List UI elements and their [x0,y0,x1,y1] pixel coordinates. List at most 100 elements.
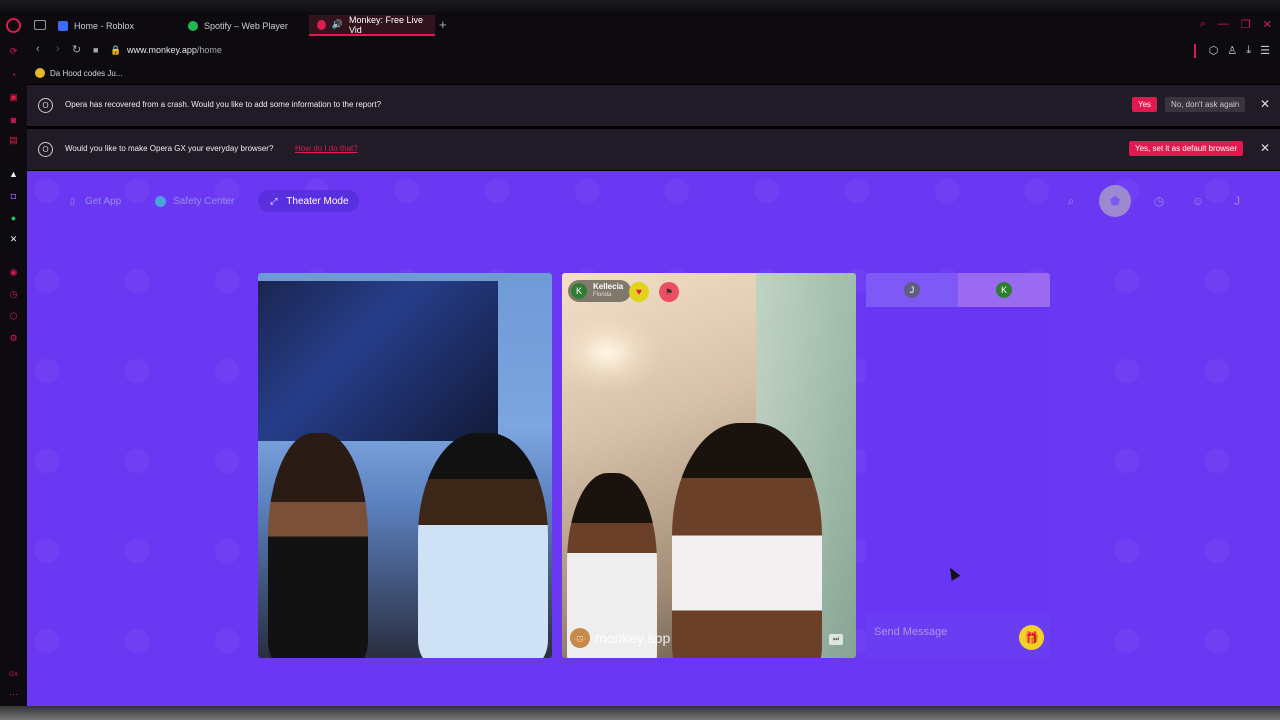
monkey-page: ▯ Get App Safety Center ⤢ Theater Mode ⌕… [27,171,1280,706]
profile-initial: J [1234,194,1240,208]
whatsapp-icon[interactable]: ● [7,211,20,224]
messages-icon[interactable]: ☺ [1187,190,1209,212]
chat-header: J K [866,273,1050,307]
search-icon[interactable]: ⌕ [1060,190,1082,212]
theater-mode-button[interactable]: ⤢ Theater Mode [258,190,359,212]
profile-avatar[interactable]: J [1226,190,1248,212]
gx-corner-icon[interactable]: ◔ [7,68,20,81]
profile-icon[interactable]: ♙ [1227,44,1237,57]
close-icon[interactable]: ✕ [1260,97,1270,111]
skip-icon[interactable]: ⏭ [829,634,843,645]
minimize-icon[interactable]: — [1218,18,1229,31]
partner-badge[interactable]: K Kellecia Florida [568,280,632,302]
monkey-watermark: 🐵 monkey.app [570,628,670,648]
bottom-strip [0,706,1280,720]
opera-info-icon: O [38,142,53,157]
tab-roblox[interactable]: Home - Roblox [50,15,142,36]
default-browser-notification: O Would you like to make Opera GX your e… [27,129,1280,170]
tab-monkey[interactable]: 🔊 Monkey: Free Live Vid [309,15,435,36]
ceiling-light-image [562,313,662,393]
shield-icon [155,195,167,207]
self-avatar: J [904,282,920,298]
roblox-icon [58,20,68,31]
menu-icon[interactable]: ☰ [1260,44,1270,57]
maximize-icon[interactable]: ❐ [1241,18,1251,31]
gems-icon[interactable]: ⬟ [1099,185,1131,217]
bookmarks-bar [0,62,1280,84]
workspace-icon[interactable] [34,20,46,30]
yes-button[interactable]: Yes [1132,97,1158,112]
theater-mode-label: Theater Mode [286,195,349,207]
set-default-button[interactable]: Yes, set it as default browser [1129,141,1243,156]
how-link[interactable]: How do I do that? [295,144,358,153]
twitch-icon[interactable]: ◘ [7,189,20,202]
window-controls: ⌕ — ❐ ✕ [1200,18,1272,31]
partner-chat-initial: K [1000,285,1007,295]
search-tabs-icon[interactable]: ⌕ [1200,18,1206,31]
opera-info-icon: O [38,98,53,113]
forward-icon[interactable]: › [56,43,60,55]
partner-initial: K [575,286,582,296]
toolbar-right: ⬡ ♙ ⤓ ☰ [1209,44,1270,57]
settings-icon[interactable]: ⚙ [7,332,20,345]
watermark-text: monkey.app [595,630,671,646]
history-icon[interactable]: ◷ [7,288,20,301]
player-icon[interactable]: ◙ [7,113,20,126]
notification-message: Would you like to make Opera GX your eve… [65,144,274,153]
self-initial: J [909,285,915,295]
tapestry-image [258,281,498,441]
report-icon[interactable]: ⚑ [659,282,679,302]
close-window-icon[interactable]: ✕ [1263,18,1272,31]
x-twitter-icon[interactable]: ✕ [7,233,20,246]
bookmark-favicon-icon [35,68,45,78]
tab-label: Home - Roblox [74,20,135,31]
new-tab-icon[interactable]: + [439,17,447,32]
partner-chat-avatar: K [996,282,1012,298]
more-icon[interactable]: ⋯ [7,688,20,701]
lock-icon: 🔒 [110,45,122,55]
partner-name: Kellecia [593,282,624,291]
extensions-icon[interactable]: ⬡ [1209,44,1219,57]
self-video [258,273,552,658]
close-icon[interactable]: ✕ [1260,141,1270,155]
partner-name-block: Kellecia Florida [593,283,623,299]
opera-logo-icon[interactable] [6,18,21,33]
tab-spotify[interactable]: Spotify – Web Player [180,15,296,36]
gift-icon[interactable]: 🎁 [1019,625,1044,650]
reload-icon[interactable]: ↻ [72,43,81,56]
partner-location: Florida [593,292,612,298]
tab-bar-glow [0,0,1280,14]
message-input[interactable]: Send Message 🎁 [866,614,1050,658]
back-icon[interactable]: ‹ [36,43,40,55]
chat-messages [866,307,1050,612]
url-path: /home [196,45,222,55]
dont-ask-button[interactable]: No, don't ask again [1165,97,1246,112]
safety-center-label: Safety Center [173,195,235,207]
person-image [418,433,548,658]
bookmark-item[interactable]: Da Hood codes Ju... [35,68,122,78]
tracker-icon[interactable]: ◉ [7,266,20,279]
extensions-sidebar-icon[interactable]: ⬡ [7,310,20,323]
expand-icon: ⤢ [270,195,278,206]
header-icons: ⌕ ⬟ ◷ ☺ J [1060,185,1248,217]
news-icon[interactable]: ▤ [7,134,20,147]
downloads-icon[interactable]: ⤓ [1246,44,1251,57]
top-buttons: ▯ Get App Safety Center ⤢ Theater Mode [57,190,359,212]
safety-center-button[interactable]: Safety Center [145,190,244,212]
chat-panel: J K Send Message 🎁 [866,273,1050,658]
partner-video: K Kellecia Florida ♥ ⚑ 🐵 monkey.app ⏭ [562,273,856,658]
audio-playing-icon[interactable]: 🔊 [332,19,343,30]
camera-icon[interactable]: ■ [93,45,98,55]
chat-user-partner: K [958,273,1050,307]
store-icon[interactable]: ▣ [7,91,20,104]
gx-control-icon[interactable]: ⟳ [7,45,20,58]
person-image [672,423,822,658]
partner-avatar: K [571,283,587,299]
get-app-button[interactable]: ▯ Get App [57,190,131,212]
chat-user-self: J [866,273,958,307]
gx-sidebar-icon[interactable]: ▲ [7,167,20,180]
tab-label: Monkey: Free Live Vid [348,14,423,35]
heart-icon[interactable]: ♥ [629,282,649,302]
url-field[interactable]: www.monkey.app/home [127,45,222,55]
history-icon[interactable]: ◷ [1148,190,1170,212]
